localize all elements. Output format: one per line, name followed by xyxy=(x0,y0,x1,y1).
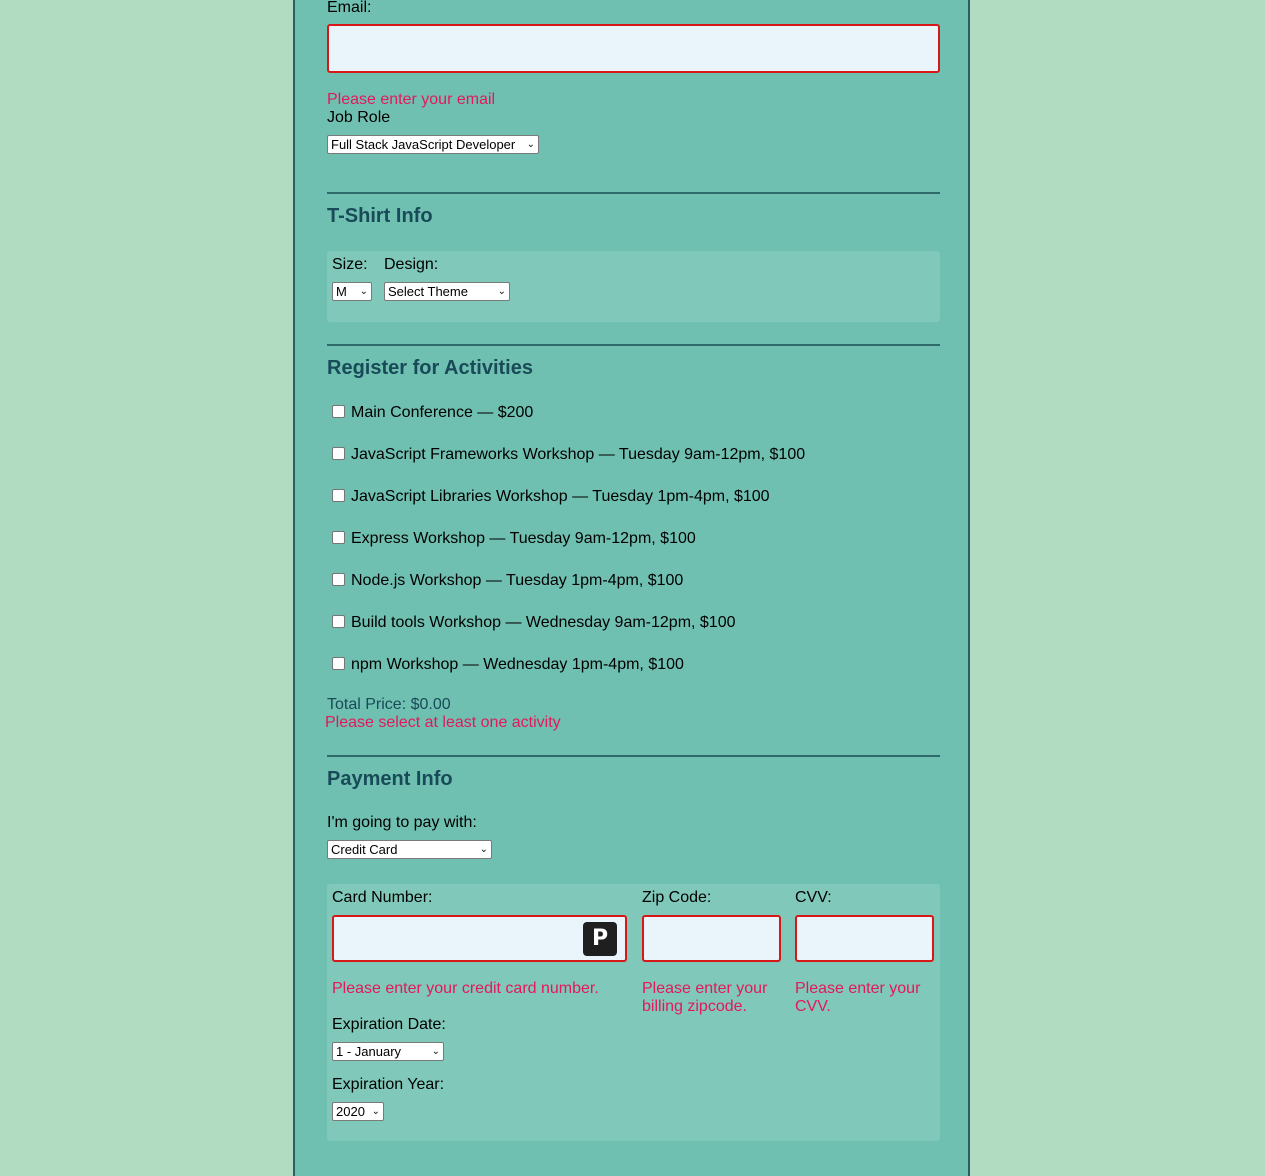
registration-form: Email: Please enter your email Job Role … xyxy=(293,0,970,1176)
expiration-year-label: Expiration Year: xyxy=(332,1076,445,1093)
expiration-year-select[interactable]: 2020 ⌄ xyxy=(332,1102,384,1121)
zip-code-label: Zip Code: xyxy=(642,889,712,906)
chevron-down-icon: ⌄ xyxy=(431,1046,440,1057)
activity-checkbox-express[interactable] xyxy=(332,531,345,544)
activity-checkbox-js-frameworks[interactable] xyxy=(332,447,345,460)
activity-checkbox-nodejs[interactable] xyxy=(332,573,345,586)
size-selected-value: M xyxy=(336,284,347,299)
activities-heading: Register for Activities xyxy=(327,357,533,379)
section-divider xyxy=(327,344,940,346)
size-select[interactable]: M ⌄ xyxy=(332,282,372,301)
activity-label: JavaScript Libraries Workshop — Tuesday … xyxy=(351,488,770,505)
job-role-selected-value: Full Stack JavaScript Developer xyxy=(331,137,516,152)
expiration-date-selected-value: 1 - January xyxy=(336,1044,402,1059)
payment-heading: Payment Info xyxy=(327,768,453,790)
cvv-error: Please enter your CVV. xyxy=(795,980,921,1015)
job-role-label: Job Role xyxy=(327,109,391,126)
activity-checkbox-npm[interactable] xyxy=(332,657,345,670)
activity-label: JavaScript Frameworks Workshop — Tuesday… xyxy=(351,446,806,463)
job-role-select[interactable]: Full Stack JavaScript Developer ⌄ xyxy=(327,135,539,154)
section-divider xyxy=(327,192,940,194)
card-number-field[interactable]: P xyxy=(332,915,627,962)
zip-code-field[interactable] xyxy=(642,915,781,962)
chevron-down-icon: ⌄ xyxy=(359,286,368,297)
email-label: Email: xyxy=(327,0,372,16)
chevron-down-icon: ⌄ xyxy=(479,844,488,855)
chevron-down-icon: ⌄ xyxy=(526,139,535,150)
pay-with-label: I'm going to pay with: xyxy=(327,814,477,831)
expiration-date-select[interactable]: 1 - January ⌄ xyxy=(332,1042,444,1061)
tshirt-heading: T-Shirt Info xyxy=(327,205,433,227)
tshirt-options-box: Size: M ⌄ Design: Select Theme ⌄ xyxy=(327,251,940,322)
section-divider xyxy=(327,755,940,757)
activity-label: Main Conference — $200 xyxy=(351,404,534,421)
activities-error: Please select at least one activity xyxy=(325,714,561,731)
total-price: Total Price: $0.00 xyxy=(327,696,451,713)
activity-label: npm Workshop — Wednesday 1pm-4pm, $100 xyxy=(351,656,684,673)
zip-code-error: Please enter your billing zipcode. xyxy=(642,980,768,1015)
activity-label: Build tools Workshop — Wednesday 9am-12p… xyxy=(351,614,736,631)
card-number-error: Please enter your credit card number. xyxy=(332,980,599,997)
chevron-down-icon: ⌄ xyxy=(371,1106,380,1117)
cvv-label: CVV: xyxy=(795,889,832,906)
card-number-label: Card Number: xyxy=(332,889,433,906)
size-label: Size: xyxy=(332,256,368,273)
design-label: Design: xyxy=(384,256,439,273)
credit-card-box: Card Number: P Please enter your credit … xyxy=(327,884,940,1141)
password-manager-icon[interactable]: P xyxy=(583,922,617,956)
cvv-field[interactable] xyxy=(795,915,934,962)
email-field[interactable] xyxy=(327,24,940,73)
design-select[interactable]: Select Theme ⌄ xyxy=(384,282,510,301)
activity-checkbox-js-libraries[interactable] xyxy=(332,489,345,502)
expiration-year-selected-value: 2020 xyxy=(336,1104,365,1119)
email-error: Please enter your email xyxy=(327,91,496,108)
activity-checkbox-main-conference[interactable] xyxy=(332,405,345,418)
activity-label: Express Workshop — Tuesday 9am-12pm, $10… xyxy=(351,530,696,547)
payment-method-select[interactable]: Credit Card ⌄ xyxy=(327,840,492,859)
activity-checkbox-build-tools[interactable] xyxy=(332,615,345,628)
design-selected-value: Select Theme xyxy=(388,284,468,299)
expiration-date-label: Expiration Date: xyxy=(332,1016,446,1033)
chevron-down-icon: ⌄ xyxy=(497,286,506,297)
payment-method-selected-value: Credit Card xyxy=(331,842,398,857)
activity-label: Node.js Workshop — Tuesday 1pm-4pm, $100 xyxy=(351,572,684,589)
